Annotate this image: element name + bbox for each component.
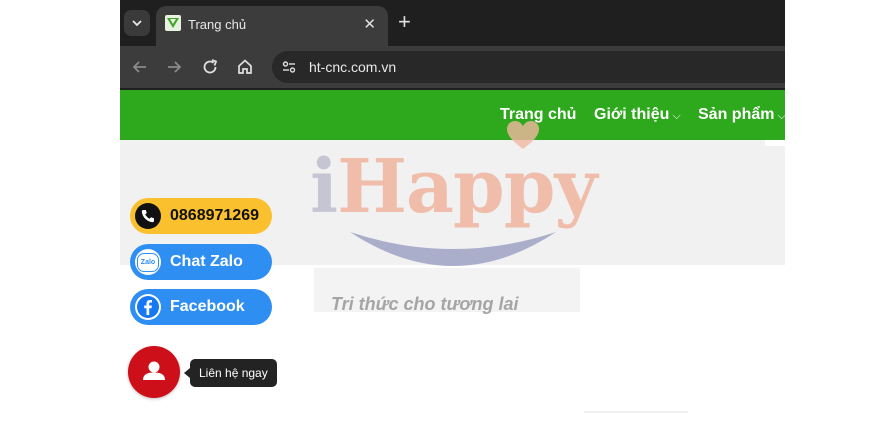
zalo-icon: Zalo xyxy=(135,249,161,275)
banner-corner xyxy=(765,140,785,146)
reload-icon xyxy=(203,59,218,74)
chevron-down-icon: ⌵ xyxy=(777,110,785,122)
ihappy-logo[interactable]: iHappy Tri thức cho tương lai xyxy=(310,120,597,320)
nav-item-about[interactable]: Giới thiệu ⌵ xyxy=(594,106,681,124)
zalo-label: Chat Zalo xyxy=(170,253,243,270)
site-info-button[interactable] xyxy=(281,59,297,75)
home-button[interactable] xyxy=(234,56,256,78)
forward-button[interactable] xyxy=(163,56,185,78)
facebook-icon xyxy=(135,294,161,320)
browser-window: Trang chủ ✕ + ht-cnc.com.vn Trang chủ Gi… xyxy=(120,0,785,443)
phone-icon xyxy=(135,203,161,229)
tab-active[interactable]: Trang chủ ✕ xyxy=(156,6,388,46)
reload-button[interactable] xyxy=(199,56,221,78)
new-tab-button[interactable]: + xyxy=(398,11,411,33)
tab-close-button[interactable]: ✕ xyxy=(363,15,376,33)
site-info-icon xyxy=(282,61,296,73)
contact-now-button[interactable] xyxy=(128,346,180,398)
facebook-label: Facebook xyxy=(170,298,245,315)
home-icon xyxy=(238,59,252,74)
nav-item-products-label: Sản phẩm xyxy=(698,106,775,123)
tab-search-button[interactable] xyxy=(124,10,150,36)
favicon-icon xyxy=(165,15,181,31)
phone-button[interactable]: 0868971269 xyxy=(130,198,272,234)
zalo-chat-button[interactable]: Zalo Chat Zalo xyxy=(130,244,272,280)
divider-line xyxy=(584,411,688,413)
logo-wordmark: iHappy xyxy=(310,144,597,230)
zalo-icon-text: Zalo xyxy=(137,252,159,272)
logo-text-happy: Happy xyxy=(337,144,597,230)
tab-title: Trang chủ xyxy=(188,17,247,32)
chevron-down-icon: ⌵ xyxy=(672,110,681,122)
phone-number: 0868971269 xyxy=(170,207,259,224)
facebook-button[interactable]: Facebook xyxy=(130,289,272,325)
back-button[interactable] xyxy=(129,56,151,78)
user-icon xyxy=(143,361,165,380)
back-arrow-icon xyxy=(132,61,146,73)
logo-tagline: Tri thức cho tương lai xyxy=(331,294,519,314)
forward-arrow-icon xyxy=(168,61,182,73)
browser-toolbar: ht-cnc.com.vn xyxy=(120,46,785,88)
nav-item-products[interactable]: Sản phẩm ⌵ xyxy=(698,106,785,124)
logo-letter-i: i xyxy=(310,144,338,230)
tab-strip: Trang chủ ✕ + xyxy=(120,0,785,46)
contact-now-tooltip: Liên hệ ngay xyxy=(184,359,277,387)
nav-item-about-label: Giới thiệu xyxy=(594,106,670,123)
url-text[interactable]: ht-cnc.com.vn xyxy=(309,59,396,75)
address-bar[interactable]: ht-cnc.com.vn xyxy=(272,51,785,83)
tab-list-icon xyxy=(132,20,142,27)
